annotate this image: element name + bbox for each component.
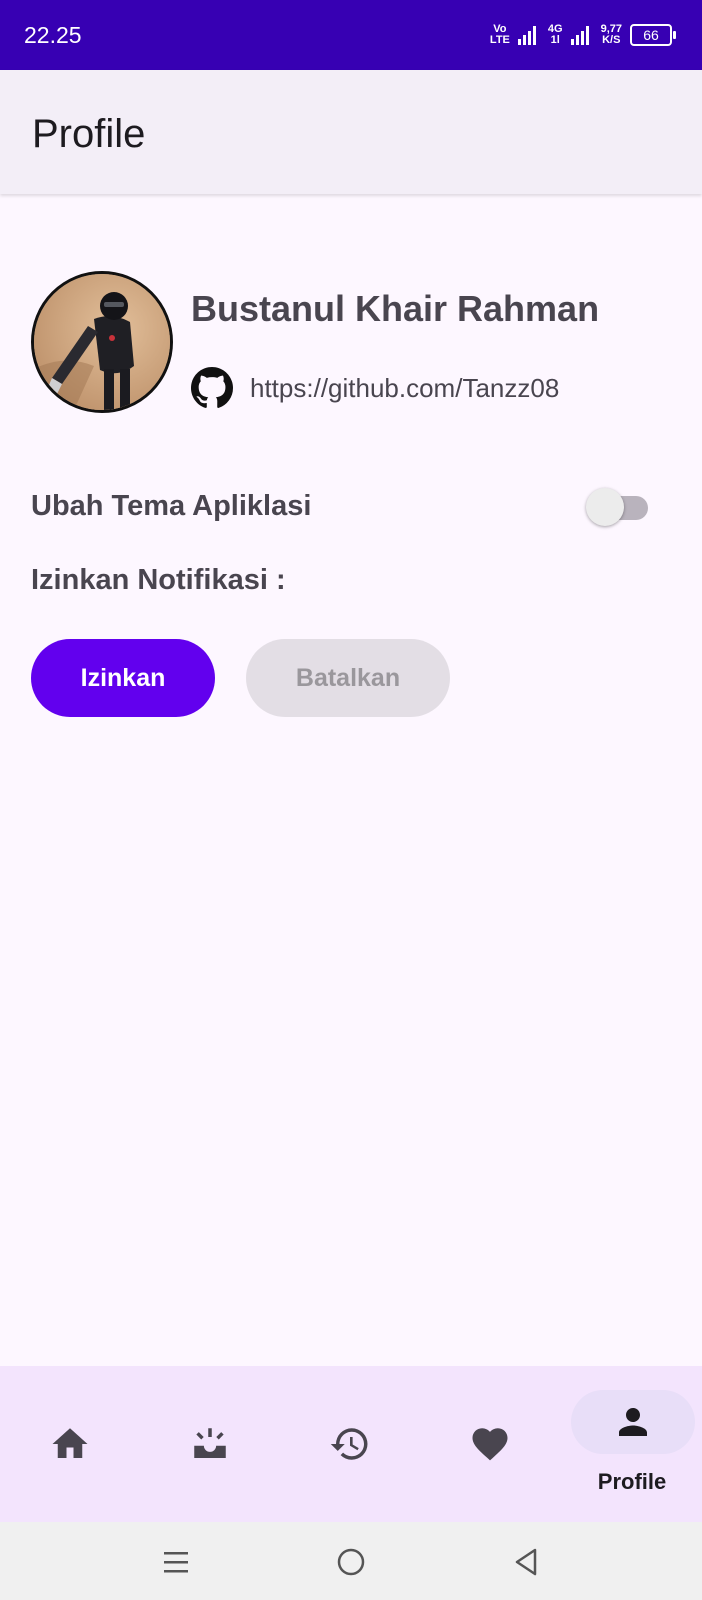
back-icon[interactable] [507,1542,547,1582]
status-time: 22.25 [24,22,82,48]
battery-icon: 66 [630,24,676,46]
network-activity-text: 1l [550,34,560,46]
theme-toggle-label: Ubah Tema Apliklasi [31,490,312,522]
history-icon [330,1428,368,1460]
volte-bottom-text: LTE [489,34,510,46]
bottom-navigation: Profile [0,1366,702,1522]
network-indicator: 4G 1l [548,24,563,46]
speed-unit: K/S [602,34,621,46]
status-bar: 22.25 Vo LTE 4G 1l 9,77 K/S 66 [0,0,702,70]
favorite-icon [472,1428,508,1461]
status-indicators: Vo LTE 4G 1l 9,77 K/S 66 [490,20,676,50]
github-icon [191,367,233,408]
nav-active-indicator [571,1390,695,1454]
home-icon [52,1428,88,1458]
top-app-bar: Profile [0,70,702,194]
nav-item-profile[interactable]: Profile [562,1366,702,1522]
theme-switch[interactable] [586,487,652,527]
github-link[interactable]: https://github.com/Tanzz08 [250,373,559,404]
notification-label: Izinkan Notifikasi : [31,564,286,596]
profile-name: Bustanul Khair Rahman [191,288,600,329]
allow-button[interactable]: Izinkan [31,639,215,717]
signal-icon [517,26,536,45]
home-circle-icon[interactable] [331,1542,371,1582]
menu-icon[interactable] [156,1542,196,1582]
signal-icon-2 [570,26,589,45]
battery-level: 66 [643,27,659,43]
nav-label-profile: Profile [597,1469,667,1494]
nav-item-history[interactable] [280,1366,420,1522]
avatar [31,271,173,413]
nav-item-home[interactable] [0,1366,140,1522]
person-icon [619,1408,647,1436]
nav-item-favorite[interactable] [420,1366,560,1522]
cancel-button[interactable]: Batalkan [246,639,450,717]
upcoming-icon [194,1428,226,1458]
avatar-photo [34,274,170,410]
switch-thumb [586,488,624,526]
page-title: Profile [32,112,146,156]
nav-item-upcoming[interactable] [140,1366,280,1522]
system-navigation-bar [0,1522,702,1600]
network-speed: 9,77 K/S [601,24,622,46]
volte-indicator: Vo LTE [490,24,510,46]
